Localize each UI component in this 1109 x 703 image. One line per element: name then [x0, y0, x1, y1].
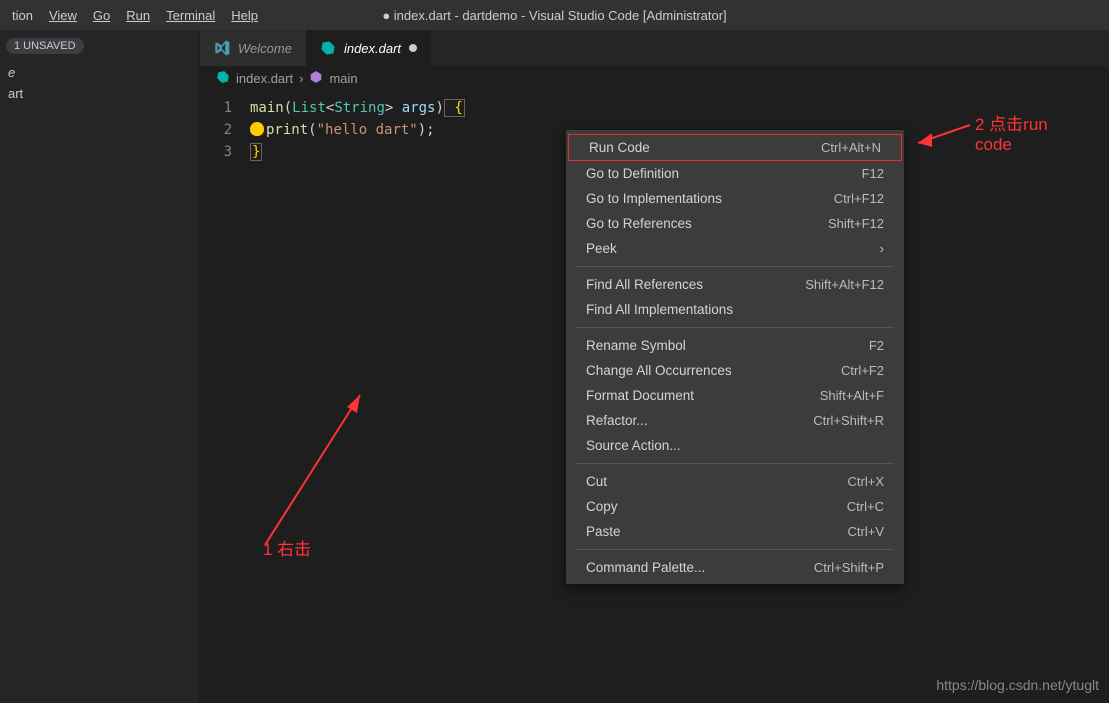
menu-item-go[interactable]: Go [85, 4, 118, 27]
lightbulb-icon[interactable] [250, 122, 264, 136]
context-menu-item[interactable]: Rename Symbol F2 [566, 333, 904, 358]
menu-shortcut: Shift+Alt+F12 [805, 277, 884, 292]
menu-item-label: Paste [586, 524, 621, 539]
menu-item-label: Command Palette... [586, 560, 705, 575]
menu-item-run[interactable]: Run [118, 4, 158, 27]
context-menu-item[interactable]: Format Document Shift+Alt+F [566, 383, 904, 408]
context-menu-item[interactable]: Peek › [566, 236, 904, 261]
menu-separator [576, 463, 894, 464]
tab-label: Welcome [238, 41, 292, 56]
context-menu-item[interactable]: Change All Occurrences Ctrl+F2 [566, 358, 904, 383]
code-line[interactable]: print("hello dart"); [250, 119, 465, 141]
menu-item-label: Go to Implementations [586, 191, 722, 206]
tabs: Welcome index.dart [200, 30, 1109, 66]
dart-icon [320, 40, 336, 56]
context-menu-item[interactable]: Run Code Ctrl+Alt+N [568, 134, 902, 161]
tab-index-dart[interactable]: index.dart [306, 30, 431, 66]
menu-item-label: Find All Implementations [586, 302, 733, 317]
arrow-annotation-icon [255, 385, 375, 555]
context-menu-item[interactable]: Paste Ctrl+V [566, 519, 904, 544]
menu-item-terminal[interactable]: Terminal [158, 4, 223, 27]
menu-item-label: Rename Symbol [586, 338, 686, 353]
sidebar: 1 UNSAVED e art [0, 30, 200, 703]
menu-item-label: Run Code [589, 140, 650, 155]
cube-icon [309, 70, 323, 87]
menu-shortcut: Ctrl+Shift+P [814, 560, 884, 575]
code-line[interactable]: main(List<String> args) { [250, 97, 465, 119]
menu-item-label: Go to Definition [586, 166, 679, 181]
menu-item-label: Cut [586, 474, 607, 489]
context-menu: Run CodeCtrl+Alt+NGo to DefinitionF12Go … [566, 130, 904, 584]
menubar: tion View Go Run Terminal Help ● index.d… [0, 0, 1109, 30]
menu-separator [576, 266, 894, 267]
context-menu-item[interactable]: Cut Ctrl+X [566, 469, 904, 494]
context-menu-item[interactable]: Go to References Shift+F12 [566, 211, 904, 236]
menu-shortcut: Ctrl+F2 [841, 363, 884, 378]
context-menu-item[interactable]: Find All References Shift+Alt+F12 [566, 272, 904, 297]
context-menu-item[interactable]: Go to Definition F12 [566, 161, 904, 186]
menu-shortcut: F2 [869, 338, 884, 353]
menu-shortcut: Ctrl+C [847, 499, 884, 514]
context-menu-item[interactable]: Command Palette... Ctrl+Shift+P [566, 555, 904, 580]
menu-item-label: Peek [586, 241, 617, 256]
context-menu-item[interactable]: Refactor... Ctrl+Shift+R [566, 408, 904, 433]
line-gutter: 1 2 3 [200, 97, 250, 703]
menu-shortcut: Ctrl+X [848, 474, 884, 489]
menu-item-label: Find All References [586, 277, 703, 292]
vscode-icon [214, 40, 230, 56]
menu-item-view[interactable]: View [41, 4, 85, 27]
sidebar-item[interactable]: art [0, 83, 199, 104]
watermark: https://blog.csdn.net/ytuglt [936, 677, 1099, 693]
menu-item-label: Format Document [586, 388, 694, 403]
tab-welcome[interactable]: Welcome [200, 30, 306, 66]
menu-separator [576, 549, 894, 550]
menu-shortcut: Shift+Alt+F [820, 388, 884, 403]
breadcrumb-file[interactable]: index.dart [236, 71, 293, 86]
menu-item-label: Copy [586, 499, 618, 514]
tab-label: index.dart [344, 41, 401, 56]
dart-icon [216, 70, 230, 87]
sidebar-item[interactable]: e [0, 62, 199, 83]
menu-item-label: Refactor... [586, 413, 648, 428]
context-menu-item[interactable]: Go to Implementations Ctrl+F12 [566, 186, 904, 211]
arrow-annotation-icon [910, 115, 980, 150]
menu-item-tion[interactable]: tion [4, 4, 41, 27]
menu-shortcut: Shift+F12 [828, 216, 884, 231]
breadcrumb-symbol[interactable]: main [329, 71, 357, 86]
menu-shortcut: F12 [862, 166, 884, 181]
dirty-indicator-icon [409, 44, 417, 52]
menu-item-label: Change All Occurrences [586, 363, 732, 378]
menu-shortcut: Ctrl+Alt+N [821, 140, 881, 155]
menu-separator [576, 327, 894, 328]
chevron-right-icon: › [880, 241, 884, 256]
context-menu-item[interactable]: Source Action... [566, 433, 904, 458]
menu-item-label: Source Action... [586, 438, 681, 453]
breadcrumb[interactable]: index.dart › main [200, 66, 1109, 91]
menu-shortcut: Ctrl+F12 [834, 191, 884, 206]
context-menu-item[interactable]: Find All Implementations [566, 297, 904, 322]
chevron-right-icon: › [299, 71, 303, 86]
menu-shortcut: Ctrl+V [848, 524, 884, 539]
code-line[interactable]: } [250, 141, 465, 163]
menu-shortcut: Ctrl+Shift+R [813, 413, 884, 428]
menu-item-label: Go to References [586, 216, 692, 231]
context-menu-item[interactable]: Copy Ctrl+C [566, 494, 904, 519]
menu-item-help[interactable]: Help [223, 4, 266, 27]
unsaved-badge: 1 UNSAVED [6, 38, 84, 54]
window-title: ● index.dart - dartdemo - Visual Studio … [382, 8, 726, 23]
